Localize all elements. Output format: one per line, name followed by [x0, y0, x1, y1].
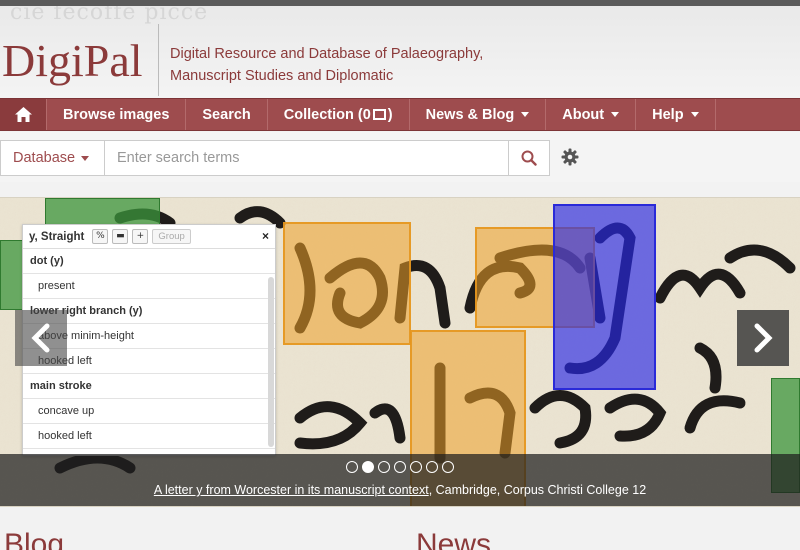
caption-link[interactable]: A letter y from Worcester in its manuscr…	[154, 483, 429, 497]
main-navbar: Browse images Search Collection (0 ) New…	[0, 98, 800, 131]
chevron-right-icon	[754, 323, 773, 353]
search-button[interactable]	[509, 140, 550, 176]
nav-collection-label: Collection (0	[283, 106, 371, 123]
annotation-orange-1[interactable]	[283, 222, 411, 345]
home-icon	[14, 107, 32, 122]
carousel-indicator-dot[interactable]	[426, 461, 438, 473]
annotation-green-topleft[interactable]	[45, 198, 160, 226]
carousel-next-button[interactable]	[737, 310, 789, 366]
close-icon[interactable]: ×	[262, 229, 269, 243]
chevron-left-icon	[31, 323, 50, 353]
chevron-down-icon	[611, 112, 620, 117]
nav-help[interactable]: Help	[636, 99, 716, 130]
nav-search[interactable]: Search	[186, 99, 268, 130]
search-scope-label: Database	[13, 150, 76, 166]
chevron-down-icon	[521, 112, 530, 117]
nav-about-label: About	[562, 106, 605, 123]
carousel-indicator-dot[interactable]	[362, 461, 374, 473]
site-logo[interactable]: DigiPal	[2, 34, 143, 87]
site-tagline: Digital Resource and Database of Palaeog…	[170, 43, 483, 87]
tagline-line-2: Manuscript Studies and Diplomatic	[170, 68, 394, 84]
nav-about[interactable]: About	[546, 99, 637, 130]
feature-value[interactable]: hooked left	[23, 424, 275, 449]
logo-divider	[158, 24, 159, 96]
tagline-line-1: Digital Resource and Database of Palaeog…	[170, 46, 484, 62]
nav-home[interactable]	[0, 99, 47, 130]
image-icon	[372, 109, 386, 120]
add-icon[interactable]: +	[132, 229, 149, 244]
nav-help-label: Help	[652, 106, 684, 123]
carousel-caption: A letter y from Worcester in its manuscr…	[0, 483, 800, 497]
carousel-indicator-dot[interactable]	[378, 461, 390, 473]
annotation-blue-selected[interactable]	[553, 204, 656, 390]
feature-value[interactable]: present	[23, 274, 275, 299]
news-heading: News	[416, 528, 492, 550]
header-watermark: cie fecoffe picce	[10, 0, 209, 25]
feature-category: dot (y)	[23, 249, 275, 274]
nav-search-label: Search	[202, 106, 251, 123]
carousel-prev-button[interactable]	[15, 310, 67, 366]
popup-title: y, Straight	[29, 230, 85, 243]
carousel-indicator-dot[interactable]	[410, 461, 422, 473]
folder-icon[interactable]: ▬	[112, 229, 129, 244]
feature-category: main stroke	[23, 374, 275, 399]
feature-value[interactable]: concave up	[23, 399, 275, 424]
nav-collection[interactable]: Collection (0 )	[268, 99, 410, 130]
blog-heading: Blog	[4, 528, 65, 550]
site-header: cie fecoffe picce DigiPal Digital Resour…	[0, 0, 800, 98]
gear-icon[interactable]	[561, 148, 579, 166]
popup-header: y, Straight % ▬ + Group ×	[23, 225, 275, 249]
nav-news-blog-label: News & Blog	[425, 106, 515, 123]
carousel-indicator-dot[interactable]	[442, 461, 454, 473]
popup-scrollbar[interactable]	[268, 277, 274, 447]
nav-news-blog[interactable]: News & Blog	[410, 99, 547, 130]
caption-text: , Cambridge, Corpus Christi College 12	[428, 483, 647, 497]
carousel-indicator-dot[interactable]	[394, 461, 406, 473]
search-scope-dropdown[interactable]: Database	[0, 140, 104, 176]
nav-collection-suffix: )	[387, 106, 393, 123]
chevron-down-icon	[81, 155, 90, 161]
nav-browse-images-label: Browse images	[63, 106, 170, 123]
search-icon	[521, 150, 537, 166]
image-carousel: y, Straight % ▬ + Group × dot (y) present…	[0, 197, 800, 507]
nav-browse-images[interactable]: Browse images	[47, 99, 187, 130]
chevron-down-icon	[690, 112, 699, 117]
carousel-indicators	[0, 461, 800, 473]
search-input[interactable]	[104, 140, 509, 176]
carousel-indicator-dot[interactable]	[346, 461, 358, 473]
search-bar: Database	[0, 132, 800, 182]
group-button[interactable]: Group	[152, 229, 191, 244]
link-icon[interactable]: %	[92, 229, 109, 244]
